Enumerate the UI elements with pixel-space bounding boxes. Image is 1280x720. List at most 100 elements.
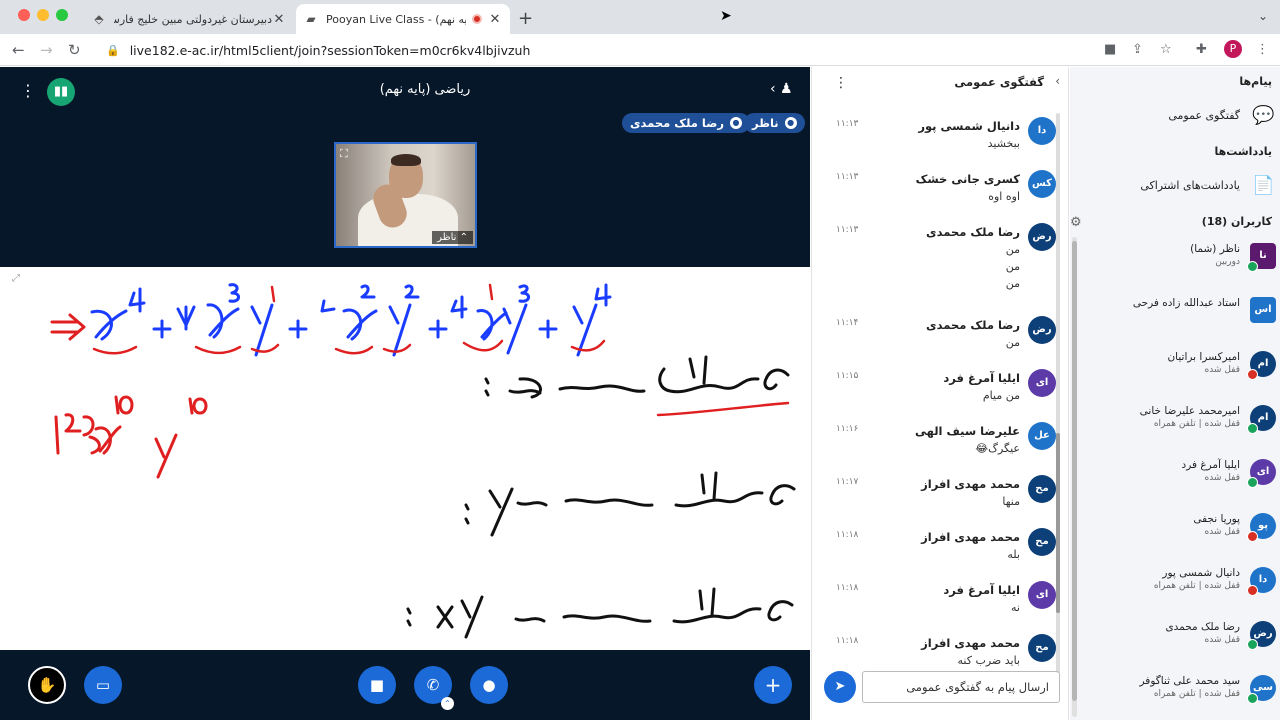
browser-tab-live-class[interactable]: ▰ Pooyan Live Class - (پایه نهم) ✕: [296, 4, 510, 34]
user-avatar: اس: [1250, 297, 1276, 323]
user-name: امیرمحمد علیرضا خانی: [1139, 405, 1240, 417]
profile-avatar[interactable]: P: [1224, 40, 1242, 58]
browser-menu-icon[interactable]: ⋮: [1256, 42, 1269, 57]
audio-status-icon: [1247, 531, 1258, 542]
chat-timestamp: ۱۱:۱۸: [836, 636, 859, 646]
user-name: رضا ملک محمدی: [1165, 621, 1240, 633]
webcam-video[interactable]: ⛶ ⌃ ناظر: [334, 142, 477, 248]
chat-avatar: دا: [1028, 117, 1056, 145]
url-field[interactable]: 🔒 live182.e-ac.ir/html5client/join?sessi…: [96, 38, 1096, 62]
public-chat-panel: ‹ گفتگوی عمومی ⋮ دا دانیال شمسی پور ۱۱:۱۳ ب…: [811, 67, 1069, 720]
chat-title: گفتگوی عمومی: [954, 75, 1044, 89]
user-list-item[interactable]: اس استاد عبدالله زاده فرحی: [1080, 293, 1280, 337]
bookmark-star-icon[interactable]: ☆: [1160, 42, 1172, 57]
shared-notes-label: یادداشت‌های اشتراکی: [1140, 179, 1240, 192]
minimize-window-button[interactable]: [37, 9, 49, 21]
user-list-item[interactable]: دا دانیال شمسی پور قفل شده | تلفن همراه: [1080, 563, 1280, 607]
user-name: ناظر (شما): [1190, 243, 1240, 255]
persian-handwriting-strokes: [406, 355, 796, 639]
shared-notes-item[interactable]: 📄 یادداشت‌های اشتراکی: [1070, 171, 1280, 203]
user-list-toggle-icon[interactable]: ‹ ♟: [770, 81, 793, 97]
whiteboard[interactable]: ⤢: [0, 267, 810, 650]
forward-arrow-icon[interactable]: →: [40, 41, 53, 59]
user-status-text: قفل شده | تلفن همراه: [1153, 581, 1240, 591]
user-settings-gear-icon[interactable]: ⚙: [1070, 215, 1082, 230]
chat-message-text: اوه اوه: [988, 190, 1020, 203]
chat-avatar: کس: [1028, 170, 1056, 198]
raise-hand-button[interactable]: ✋: [28, 666, 66, 704]
lock-icon: 🔒: [106, 43, 120, 57]
users-scrollbar-thumb[interactable]: [1072, 241, 1077, 701]
action-bar: ✋ ▭ ■ ✆ ● +: [0, 650, 810, 720]
users-scrollbar[interactable]: [1072, 237, 1077, 717]
chat-avatar: ای: [1028, 369, 1056, 397]
tab-search-chevron-icon[interactable]: ⌄: [1258, 9, 1268, 23]
chat-sender-name: محمد مهدی افراز: [921, 530, 1020, 544]
audio-status-icon: [1247, 261, 1258, 272]
chat-avatar: ای: [1028, 581, 1056, 609]
actions-plus-button[interactable]: +: [754, 666, 792, 704]
chat-sender-name: کسری جانی خشک: [915, 172, 1020, 186]
stage-header: ⋮ ▮▮ ریاضی (پایه نهم) ‹ ♟: [0, 67, 810, 113]
user-list-item[interactable]: ای ایلیا آمرغ فرد قفل شده: [1080, 455, 1280, 499]
chat-avatar: مح: [1028, 634, 1056, 662]
school-favicon-icon: ⬘: [94, 12, 104, 26]
notes-section-title: یادداشت‌ها: [1214, 145, 1272, 158]
chat-timestamp: ۱۱:۱۳: [836, 225, 859, 235]
user-status-text: قفل شده: [1204, 527, 1240, 537]
user-list-item[interactable]: پو پوریا نجفی قفل شده: [1080, 509, 1280, 553]
screen-share-button[interactable]: ▭: [84, 666, 122, 704]
close-window-button[interactable]: [18, 9, 30, 21]
mic-icon: ●: [784, 117, 797, 129]
user-list-item[interactable]: رض رضا ملک محمدی قفل شده: [1080, 617, 1280, 661]
chat-message-text: من: [1005, 243, 1020, 256]
chat-message-text: عیگرگ😂: [975, 442, 1020, 455]
reload-icon[interactable]: ↻: [68, 41, 81, 59]
options-kebab-icon[interactable]: ⋮: [20, 81, 36, 100]
camera-indicator-icon[interactable]: ■: [1104, 42, 1116, 57]
maximize-window-button[interactable]: [56, 9, 68, 21]
presentation-stage: ⋮ ▮▮ ریاضی (پایه نهم) ‹ ♟ ● ناظر ● رضا م…: [0, 67, 810, 720]
chat-message-text: من: [1005, 277, 1020, 290]
fullscreen-icon[interactable]: ⛶: [340, 147, 348, 161]
user-name: پوریا نجفی: [1193, 513, 1240, 525]
user-name: امیرکسرا براتیان: [1167, 351, 1240, 363]
user-list-item[interactable]: نا ناظر (شما) دوربین: [1080, 239, 1280, 283]
chat-timestamp: ۱۱:۱۸: [836, 583, 859, 593]
url-text: live182.e-ac.ir/html5client/join?session…: [129, 42, 531, 58]
chat-message-text: من: [1005, 336, 1020, 349]
chat-sender-name: محمد مهدی افراز: [921, 636, 1020, 650]
audio-settings-chevron-icon[interactable]: ⌃: [441, 697, 454, 710]
user-list-item[interactable]: سی سید محمد علی ثناگوفر قفل شده | تلفن همر…: [1080, 671, 1280, 715]
audio-status-icon: [1247, 369, 1258, 380]
user-status-text: قفل شده: [1204, 473, 1240, 483]
chat-scrollbar-thumb[interactable]: [1056, 433, 1060, 613]
user-status-text: قفل شده: [1204, 365, 1240, 375]
chat-avatar: عل: [1028, 422, 1056, 450]
browser-tab-school[interactable]: ⬘ دبیرستان غیردولتی مبین خلیج فارس ✕: [84, 4, 294, 34]
user-list-item[interactable]: ام امیرکسرا براتیان قفل شده: [1080, 347, 1280, 391]
chevron-left-icon[interactable]: ‹: [1055, 74, 1060, 88]
share-icon[interactable]: ⇪: [1132, 42, 1143, 57]
stats-chart-icon[interactable]: ▮▮: [47, 78, 75, 106]
new-tab-button[interactable]: +: [518, 8, 533, 29]
public-chat-item[interactable]: 💬 گفتگوی عمومی: [1070, 101, 1280, 133]
send-message-button[interactable]: ➤: [824, 671, 856, 703]
back-arrow-icon[interactable]: ←: [12, 41, 25, 59]
extensions-puzzle-icon[interactable]: ✚: [1196, 42, 1207, 57]
chat-timestamp: ۱۱:۱۳: [836, 119, 859, 129]
user-status-text: دوربین: [1215, 257, 1240, 267]
talking-indicator-reza: ● رضا ملک محمدی: [622, 113, 750, 133]
close-tab-icon[interactable]: ✕: [272, 12, 286, 27]
user-list-item[interactable]: ام امیرمحمد علیرضا خانی قفل شده | تلفن همر…: [1080, 401, 1280, 445]
chat-scrollbar[interactable]: [1056, 113, 1060, 673]
chat-options-kebab-icon[interactable]: ⋮: [834, 75, 848, 91]
video-camera-button[interactable]: ■: [358, 666, 396, 704]
close-tab-icon[interactable]: ✕: [488, 12, 502, 27]
microphone-button[interactable]: ●: [470, 666, 508, 704]
chat-message-input[interactable]: ارسال پیام به گفتگوی عمومی: [862, 671, 1060, 703]
talking-indicator-observer: ● ناظر: [744, 113, 805, 133]
tab-title: دبیرستان غیردولتی مبین خلیج فارس: [114, 12, 272, 26]
chat-message-text: باید ضرب کنه: [957, 654, 1020, 667]
user-status-text: قفل شده: [1204, 635, 1240, 645]
